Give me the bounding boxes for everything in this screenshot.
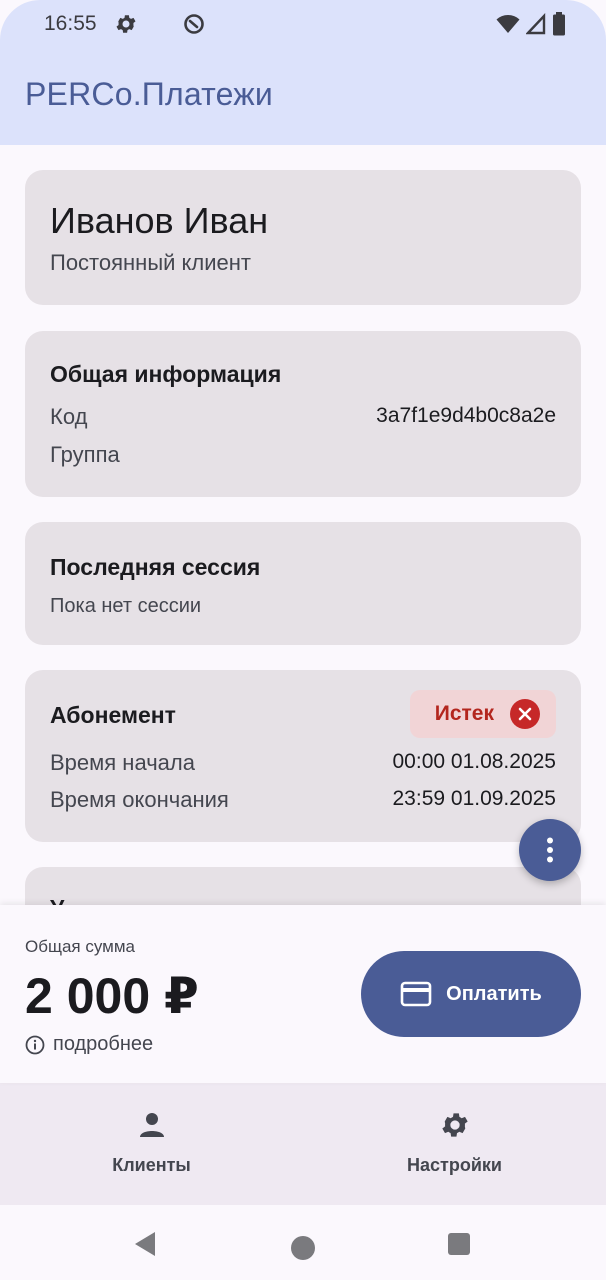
status-badge: Истек bbox=[410, 690, 556, 738]
status-badge-label: Истек bbox=[434, 702, 494, 725]
no-session-text: Пока нет сессии bbox=[50, 595, 202, 617]
expired-x-icon bbox=[510, 699, 540, 729]
end-time-value: 23:59 01.09.2025 bbox=[392, 787, 557, 810]
details-link[interactable]: подробнее bbox=[25, 1033, 153, 1056]
more-vert-icon bbox=[547, 837, 553, 863]
subscription-card: Абонемент Истек Время начала 00:00 01.08… bbox=[25, 670, 581, 842]
app-title: PERCo.Платежи bbox=[25, 76, 273, 112]
status-gear-icon bbox=[116, 15, 136, 33]
recents-icon[interactable] bbox=[448, 1233, 470, 1255]
home-icon[interactable] bbox=[291, 1236, 315, 1260]
code-label: Код bbox=[50, 404, 88, 429]
start-time-row: Время начала 00:00 01.08.2025 bbox=[50, 750, 556, 776]
end-time-label: Время окончания bbox=[50, 787, 229, 812]
wifi-icon bbox=[496, 15, 520, 33]
profile-card: Иванов Иван Постоянный клиент bbox=[25, 170, 581, 305]
extra-card: У bbox=[25, 867, 581, 905]
app-screen: 16:55 PERCo.Платежи Иванов Иван Постоянн… bbox=[0, 0, 606, 1280]
bottom-navigation: Клиенты Настройки bbox=[0, 1083, 606, 1205]
content-scroll[interactable]: Иванов Иван Постоянный клиент Общая инфо… bbox=[0, 145, 606, 905]
client-type: Постоянный клиент bbox=[50, 250, 251, 275]
pay-button-label: Оплатить bbox=[446, 982, 542, 1005]
top-app-bar: 16:55 PERCo.Платежи bbox=[0, 0, 606, 145]
battery-icon bbox=[553, 12, 565, 36]
group-label: Группа bbox=[50, 442, 120, 467]
nav-item-settings[interactable]: Настройки bbox=[303, 1083, 606, 1205]
pay-button[interactable]: Оплатить bbox=[361, 951, 581, 1037]
gear-icon bbox=[441, 1113, 468, 1137]
group-row: Группа bbox=[50, 442, 556, 468]
back-icon[interactable] bbox=[133, 1231, 157, 1257]
payment-panel: Общая сумма 2 000 ₽ подробнее Оплатить bbox=[0, 905, 606, 1083]
status-sync-icon bbox=[184, 14, 204, 34]
more-options-button[interactable] bbox=[519, 819, 581, 881]
details-label: подробнее bbox=[53, 1033, 154, 1055]
total-label: Общая сумма bbox=[25, 937, 135, 956]
start-time-value: 00:00 01.08.2025 bbox=[392, 750, 557, 773]
signal-icon bbox=[526, 13, 546, 35]
code-value: 3a7f1e9d4b0c8a2e bbox=[376, 404, 556, 427]
status-icons bbox=[496, 12, 566, 36]
start-time-label: Время начала bbox=[50, 750, 195, 775]
last-session-card: Последняя сессия Пока нет сессии bbox=[25, 522, 581, 645]
info-icon bbox=[25, 1035, 45, 1054]
nav-item-settings-label: Настройки bbox=[407, 1155, 502, 1175]
subscription-title: Абонемент bbox=[50, 702, 176, 728]
client-name: Иванов Иван bbox=[50, 200, 269, 241]
nav-item-clients-label: Клиенты bbox=[112, 1155, 191, 1175]
person-icon bbox=[139, 1113, 164, 1137]
general-info-card: Общая информация Код 3a7f1e9d4b0c8a2e Гр… bbox=[25, 331, 581, 497]
code-row: Код 3a7f1e9d4b0c8a2e bbox=[50, 404, 556, 430]
total-amount: 2 000 ₽ bbox=[25, 968, 199, 1024]
last-session-title: Последняя сессия bbox=[50, 554, 261, 580]
credit-card-icon bbox=[400, 981, 432, 1007]
system-navigation bbox=[0, 1205, 606, 1280]
extra-card-title: У bbox=[50, 895, 64, 905]
nav-item-clients[interactable]: Клиенты bbox=[0, 1083, 303, 1205]
general-info-title: Общая информация bbox=[50, 361, 282, 387]
status-time: 16:55 bbox=[44, 12, 97, 35]
end-time-row: Время окончания 23:59 01.09.2025 bbox=[50, 787, 556, 813]
